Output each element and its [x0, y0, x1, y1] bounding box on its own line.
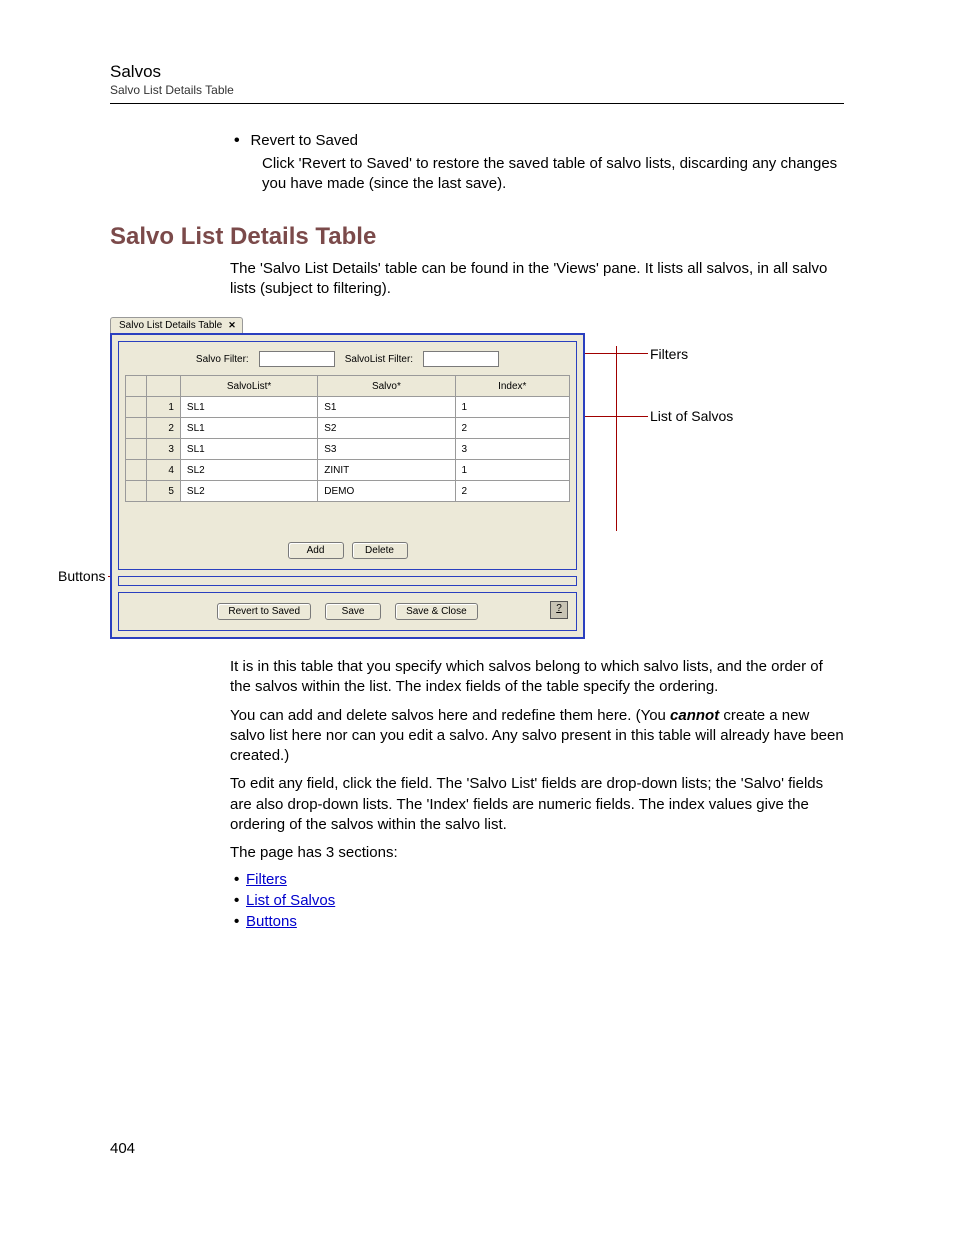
add-button[interactable]: Add: [288, 542, 344, 559]
callout-list: List of Salvos: [650, 408, 733, 424]
intro-paragraph: The 'Salvo List Details' table can be fo…: [230, 259, 844, 300]
filter-row: Salvo Filter: SalvoList Filter:: [125, 348, 570, 375]
page-header: Salvos Salvo List Details Table: [110, 62, 844, 104]
table-row[interactable]: 2 SL1 S2 2: [126, 418, 570, 439]
link-filters[interactable]: Filters: [246, 871, 287, 888]
para-4: The page has 3 sections:: [230, 843, 844, 863]
salvo-table[interactable]: SalvoList* Salvo* Index* 1 SL1 S1: [125, 375, 570, 502]
header-title: Salvos: [110, 62, 844, 82]
table-row[interactable]: 5 SL2 DEMO 2: [126, 481, 570, 502]
screenshot-figure: Filters List of Salvos Buttons Salvo Lis…: [30, 313, 844, 639]
salvolist-filter-input[interactable]: [423, 351, 499, 367]
bullet-revert-desc: Click 'Revert to Saved' to restore the s…: [262, 154, 844, 195]
para-2: You can add and delete salvos here and r…: [230, 706, 844, 767]
link-list-of-salvos[interactable]: List of Salvos: [246, 892, 335, 909]
col-index[interactable]: Index*: [455, 376, 569, 397]
table-row[interactable]: 3 SL1 S3 3: [126, 439, 570, 460]
table-row[interactable]: 4 SL2 ZINIT 1: [126, 460, 570, 481]
tab-label: Salvo List Details Table: [119, 320, 222, 331]
header-subtitle: Salvo List Details Table: [110, 83, 844, 97]
callout-buttons: Buttons: [58, 568, 105, 584]
close-icon[interactable]: ✕: [228, 320, 236, 331]
bullet-revert-title: Revert to Saved: [250, 132, 358, 149]
save-button[interactable]: Save: [325, 603, 381, 620]
col-salvolist[interactable]: SalvoList*: [180, 376, 317, 397]
page-number: 404: [110, 1140, 844, 1157]
tab-salvo-list-details[interactable]: Salvo List Details Table ✕: [110, 317, 243, 333]
table-header-row: SalvoList* Salvo* Index*: [126, 376, 570, 397]
para-3: To edit any field, click the field. The …: [230, 774, 844, 835]
salvo-filter-label: Salvo Filter:: [196, 354, 249, 365]
link-buttons[interactable]: Buttons: [246, 913, 297, 930]
section-heading: Salvo List Details Table: [110, 223, 844, 251]
callout-filters: Filters: [650, 346, 688, 362]
salvo-filter-input[interactable]: [259, 351, 335, 367]
col-salvo[interactable]: Salvo*: [318, 376, 455, 397]
revert-button[interactable]: Revert to Saved: [217, 603, 311, 620]
salvolist-filter-label: SalvoList Filter:: [345, 354, 413, 365]
help-icon[interactable]: ?: [550, 601, 568, 619]
save-close-button[interactable]: Save & Close: [395, 603, 478, 620]
table-row[interactable]: 1 SL1 S1 1: [126, 397, 570, 418]
para-1: It is in this table that you specify whi…: [230, 657, 844, 698]
delete-button[interactable]: Delete: [352, 542, 408, 559]
